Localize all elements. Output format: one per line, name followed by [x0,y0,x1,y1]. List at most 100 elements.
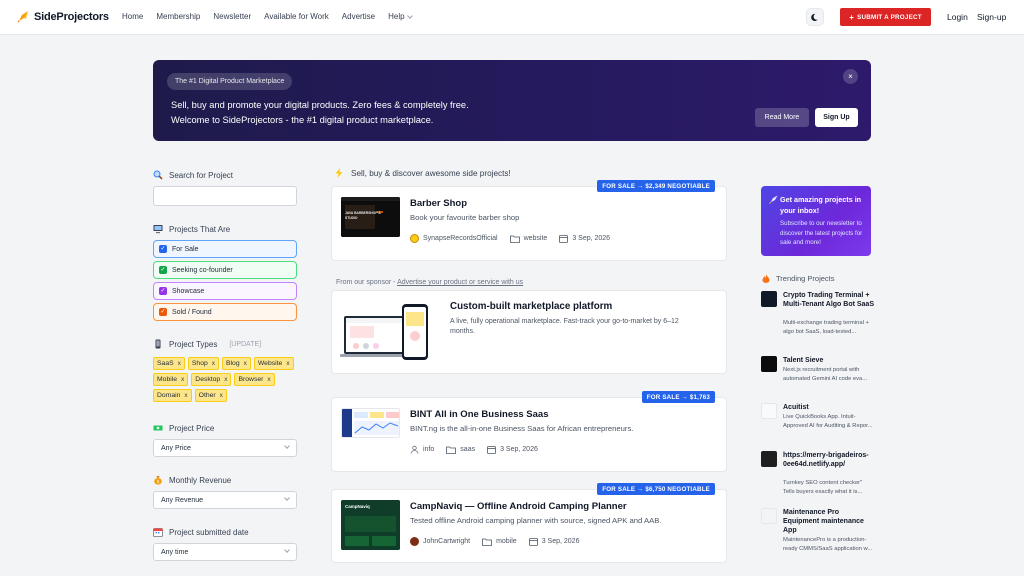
remove-chip-icon[interactable]: x [224,376,227,383]
bint-dashboard-image [342,409,399,437]
chip-browser[interactable]: Browser x [234,373,275,386]
remove-chip-icon[interactable]: x [267,376,270,383]
status-title: Projects That Are [169,224,231,234]
sponsor-line: From our sponsor - Advertise your produc… [336,279,523,286]
project-owner[interactable]: SynapseRecordsOfficial [423,235,498,242]
folder-icon [509,235,520,243]
chip-shop[interactable]: Shop x [187,357,220,370]
project-meta: SynapseRecordsOfficial website 3 Sep, 20… [410,234,622,243]
thumbnail-caption: JAVA BARBERSHOP & STUDIO [345,211,381,220]
trending-item[interactable]: Acuitist Live QuickBooks App. Intuit-App… [761,403,873,439]
project-title[interactable]: BINT All in One Business Saas [410,409,549,420]
rocket-logo-icon [17,11,28,23]
project-card-barber-shop[interactable]: FOR SALE → $2,349 NEGOTIABLE JAVA BARBER… [331,180,727,261]
chip-label: Desktop [195,376,221,383]
trending-item-description: Live QuickBooks App. Intuit-Approved AI … [783,414,873,429]
folder-icon [446,446,457,454]
remove-chip-icon[interactable]: x [220,392,223,399]
project-description: BINT.ng is the all-in-one Business Saas … [410,424,634,433]
filter-showcase[interactable]: ✓ Showcase [153,282,297,300]
remove-chip-icon[interactable]: x [178,360,181,367]
project-description: Tested offline Android camping planner w… [410,516,662,525]
project-title[interactable]: CampNaviq — Offline Android Camping Plan… [410,501,627,512]
promo-text: Subscribe to our newsletter to discover … [780,220,863,246]
login-link[interactable]: Login [947,12,968,22]
project-type-chips: SaaS x Shop x Blog x Website x Mobile x Deskt… [153,357,301,402]
trending-item-description: Multi-exchange trading terminal + algo b… [783,320,869,335]
checkbox-checked-icon: ✓ [159,266,167,274]
date-title: Project submitted date [169,527,249,537]
banner-line-2: Welcome to SideProjectors - the #1 digit… [171,115,434,125]
remove-chip-icon[interactable]: x [286,360,289,367]
chip-mobile[interactable]: Mobile x [153,373,189,386]
filter-label: Seeking co-founder [172,266,233,274]
trending-item[interactable]: Crypto Trading Terminal + Multi-Tenant A… [761,291,875,347]
project-owner[interactable]: info [423,446,434,453]
promo-title: Get amazing projects in your inbox! [780,195,862,215]
revenue-select-value: Any Revenue [161,496,204,504]
trending-item-title[interactable]: Crypto Trading Terminal + Multi-Tenant A… [783,291,875,309]
trending-item[interactable]: Talent Sieve Next.js recruitment portal … [761,356,873,392]
trending-thumbnail [761,291,777,307]
revenue-select[interactable]: Any Revenue [153,491,297,509]
read-more-button[interactable]: Read More [755,108,809,127]
sponsor-description-line-2: months. [450,328,475,335]
types-update-link[interactable]: [UPDATE] [229,341,261,348]
submit-project-button[interactable]: + SUBMIT A PROJECT [840,8,931,26]
filter-sold-found[interactable]: ✓ Sold / Found [153,303,297,321]
price-select-value: Any Price [161,444,191,452]
logo[interactable]: SideProjectors [17,10,109,23]
trending-item[interactable]: https://merry-brigadeiros-0ee64d.netlify… [761,451,873,497]
filter-for-sale[interactable]: ✓ For Sale [153,240,297,258]
trending-item-title[interactable]: Maintenance Pro Equipment maintenance Ap… [783,508,875,535]
date-select[interactable]: Any time [153,543,297,561]
trending-item-title[interactable]: Talent Sieve [783,356,875,365]
checkbox-checked-icon: ✓ [159,287,167,295]
remove-chip-icon[interactable]: x [244,360,247,367]
checkbox-checked-icon: ✓ [159,245,167,253]
chip-website[interactable]: Website x [253,357,294,370]
project-category[interactable]: saas [460,446,475,453]
nav-home[interactable]: Home [122,12,143,21]
project-title[interactable]: Barber Shop [410,198,467,209]
search-title: Search for Project [169,170,234,180]
sponsor-title[interactable]: Custom-built marketplace platform [450,301,612,312]
nav-advertise[interactable]: Advertise [342,12,375,21]
nav-help[interactable]: Help [388,12,413,21]
remove-chip-icon[interactable]: x [212,360,215,367]
nav-available-for-work[interactable]: Available for Work [264,12,329,21]
project-meta: info saas 3 Sep, 2026 [410,445,550,454]
chip-saas[interactable]: SaaS x [153,357,185,370]
filter-seeking-cofounder[interactable]: ✓ Seeking co-founder [153,261,297,279]
chip-domain[interactable]: Domain x [153,389,192,402]
project-card-campnaviq[interactable]: FOR SALE → $6,750 NEGOTIABLE CampNaviq C… [331,483,727,563]
project-category[interactable]: website [524,235,548,242]
chip-desktop[interactable]: Desktop x [191,373,232,386]
chip-label: Browser [238,376,264,383]
trending-item-title[interactable]: https://merry-brigadeiros-0ee64d.netlify… [783,451,875,469]
signup-link[interactable]: Sign-up [977,12,1006,22]
desktop-computer-icon [153,225,163,234]
nav-newsletter[interactable]: Newsletter [213,12,251,21]
dark-mode-toggle[interactable] [806,8,824,26]
banner-sign-up-button[interactable]: Sign Up [815,108,858,127]
for-sale-badge: FOR SALE → $1,763 [641,391,715,403]
remove-chip-icon[interactable]: x [181,376,184,383]
nav-membership[interactable]: Membership [156,12,200,21]
chevron-down-icon [284,443,290,449]
project-category[interactable]: mobile [496,538,517,545]
newsletter-promo-card[interactable]: Get amazing projects in your inbox! Subs… [761,186,871,256]
project-card-bint[interactable]: FOR SALE → $1,763 BINT All in One Busine… [331,391,727,472]
project-search-input[interactable] [153,186,297,206]
chip-label: Other [198,392,216,399]
sponsor-card[interactable]: Custom-built marketplace platform A live… [331,290,727,374]
chip-blog[interactable]: Blog x [222,357,251,370]
banner-close-button[interactable]: × [843,69,858,84]
advertise-link[interactable]: Advertise your product or service with u… [397,279,523,286]
chip-other[interactable]: Other x [194,389,227,402]
trending-item-title[interactable]: Acuitist [783,403,875,412]
project-owner[interactable]: JohnCartwright [423,538,470,545]
trending-item[interactable]: Maintenance Pro Equipment maintenance Ap… [761,508,873,564]
remove-chip-icon[interactable]: x [184,392,187,399]
price-select[interactable]: Any Price [153,439,297,457]
